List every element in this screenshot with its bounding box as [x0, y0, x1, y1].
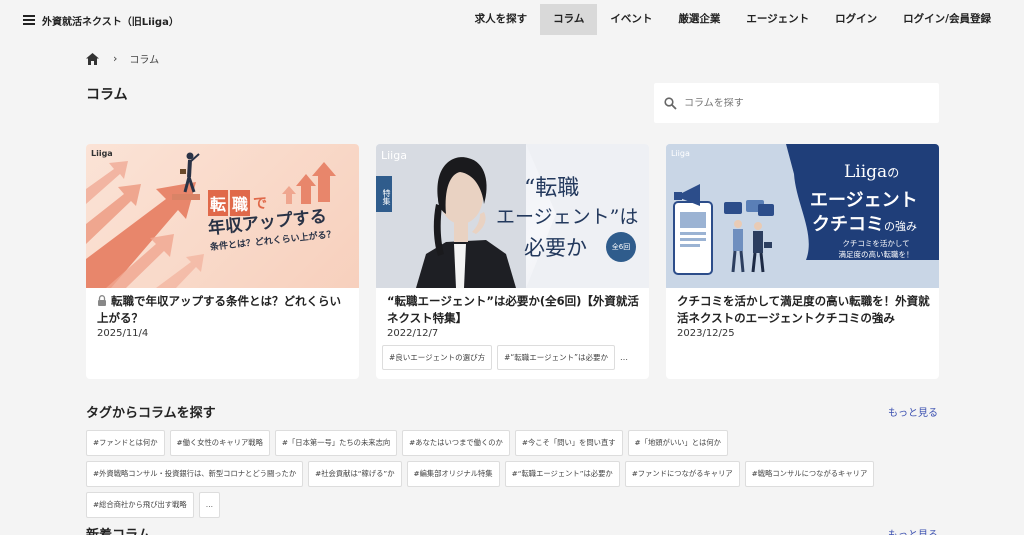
- breadcrumb: › コラム: [86, 51, 159, 66]
- nav-selected-companies[interactable]: 厳選企業: [665, 4, 733, 35]
- column-card[interactable]: Liiga 特集 “転職 エージェント”は 必要か 全6回 “転職エージェント”…: [376, 144, 649, 379]
- site-title[interactable]: 外資就活ネクスト（旧Liiga）: [42, 13, 179, 28]
- column-search-input[interactable]: [684, 97, 924, 109]
- nav-column[interactable]: コラム: [540, 4, 598, 35]
- thumbnail-headline-line3: 必要か: [524, 236, 587, 260]
- page-title: コラム: [86, 87, 128, 103]
- tag-chip[interactable]: #ファンドにつながるキャリア: [624, 461, 740, 487]
- lock-icon: [98, 295, 106, 306]
- thumbnail-brand: Liiga: [671, 149, 690, 158]
- nav-agent[interactable]: エージェント: [733, 4, 822, 35]
- card-thumbnail[interactable]: Liiga 特集 “転職 エージェント”は 必要か 全6回: [376, 144, 649, 288]
- tag-section-title: タグからコラムを探す: [86, 406, 216, 421]
- card-date: 2022/12/7: [387, 328, 439, 339]
- tag-chip[interactable]: #あなたはいつまで働くのか: [402, 430, 510, 456]
- thumbnail-brand: Liiga: [381, 149, 407, 162]
- thumbnail-brand: Liiga: [91, 149, 113, 158]
- card-tag[interactable]: #“転職エージェント”は必要か: [497, 345, 616, 370]
- card-thumbnail[interactable]: Liiga 転 職 で 年収アップする 条件とは？どれくらい上がる？: [86, 144, 359, 288]
- chevron-right-icon: ›: [113, 52, 118, 65]
- tag-chip[interactable]: #外資戦略コンサル・投資銀行は、新型コロナとどう闘ったか: [86, 461, 304, 487]
- tag-chip[interactable]: #「地頭がいい」とは何か: [627, 430, 728, 456]
- tag-list: #ファンドとは何か #働く女性のキャリア戦略 #「日本第一号」たちの未来志向 #…: [86, 430, 946, 523]
- nav-event[interactable]: イベント: [597, 4, 665, 35]
- card-tag[interactable]: #良いエージェントの選び方: [382, 345, 493, 370]
- thumbnail-headline-line1: “転職: [524, 176, 580, 201]
- card-date: 2025/11/4: [97, 328, 149, 339]
- thumbnail-headline-line1: Liigaの: [844, 162, 900, 182]
- tag-chip[interactable]: #総合商社から飛び出す戦略: [86, 492, 194, 518]
- nav-login[interactable]: ログイン: [822, 4, 890, 35]
- tag-chip[interactable]: #ファンドとは何か: [86, 430, 165, 456]
- tag-chip[interactable]: #今こそ「問い」を問い直す: [514, 430, 623, 456]
- column-card[interactable]: Liiga 転 職 で 年収アップする 条件とは？どれくらい上がる？ 転職で年収…: [86, 144, 359, 379]
- new-columns-title: 新着コラム: [86, 524, 151, 535]
- feature-badge: 特集: [376, 176, 392, 212]
- thumbnail-headline-line3: クチコミの強み: [812, 214, 917, 235]
- home-icon[interactable]: [86, 52, 99, 65]
- tag-more-chip[interactable]: …: [198, 492, 220, 518]
- thumbnail-headline-line2: エージェント”は: [496, 206, 639, 228]
- thumbnail-headline-line2: エージェント: [810, 190, 918, 211]
- card-tags: #良いエージェントの選び方 #“転職エージェント”は必要か …: [382, 345, 628, 370]
- tag-chip[interactable]: #戦略コンサルにつながるキャリア: [744, 461, 875, 487]
- main-nav: 求人を探す コラム イベント 厳選企業 エージェント ログイン ログイン/会員登…: [462, 4, 1004, 35]
- card-date: 2023/12/25: [677, 328, 735, 339]
- tag-chip[interactable]: #編集部オリジナル特集: [406, 461, 500, 487]
- card-title[interactable]: クチコミを活かして満足度の高い転職を！外資就活ネクストのエージェントクチコミの強…: [677, 293, 932, 327]
- header: 外資就活ネクスト（旧Liiga） 求人を探す コラム イベント 厳選企業 エージ…: [0, 0, 1024, 40]
- card-title[interactable]: 転職で年収アップする条件とは？どれくらい上がる？: [97, 293, 352, 327]
- tag-chip[interactable]: #「日本第一号」たちの未来志向: [274, 430, 398, 456]
- series-count-circle: 全6回: [606, 232, 636, 262]
- tag-chip[interactable]: #“転職エージェント”は必要か: [504, 461, 620, 487]
- nav-job-search[interactable]: 求人を探す: [462, 4, 541, 35]
- new-columns-more-link[interactable]: もっと見る: [888, 526, 938, 535]
- card-title[interactable]: “転職エージェント”は必要か(全6回)【外資就活ネクスト特集】: [387, 293, 642, 327]
- hamburger-menu-icon[interactable]: [23, 15, 35, 25]
- breadcrumb-current: コラム: [129, 55, 160, 66]
- column-card[interactable]: Liiga Liigaの エージェント クチコミの強み クチコミを活かして 満足…: [666, 144, 939, 379]
- thumbnail-subtext: クチコミを活かして 満足度の高い転職を！: [838, 239, 914, 259]
- tag-chip[interactable]: #働く女性のキャリア戦略: [169, 430, 270, 456]
- tag-section-more-link[interactable]: もっと見る: [888, 404, 938, 419]
- nav-login-register[interactable]: ログイン/会員登録: [890, 4, 1004, 35]
- tag-chip[interactable]: #社会貢献は“稼げる”か: [308, 461, 402, 487]
- column-search-box[interactable]: [654, 83, 939, 123]
- search-icon: [664, 96, 677, 110]
- card-tags-more[interactable]: …: [620, 353, 628, 362]
- card-thumbnail[interactable]: Liiga Liigaの エージェント クチコミの強み クチコミを活かして 満足…: [666, 144, 939, 288]
